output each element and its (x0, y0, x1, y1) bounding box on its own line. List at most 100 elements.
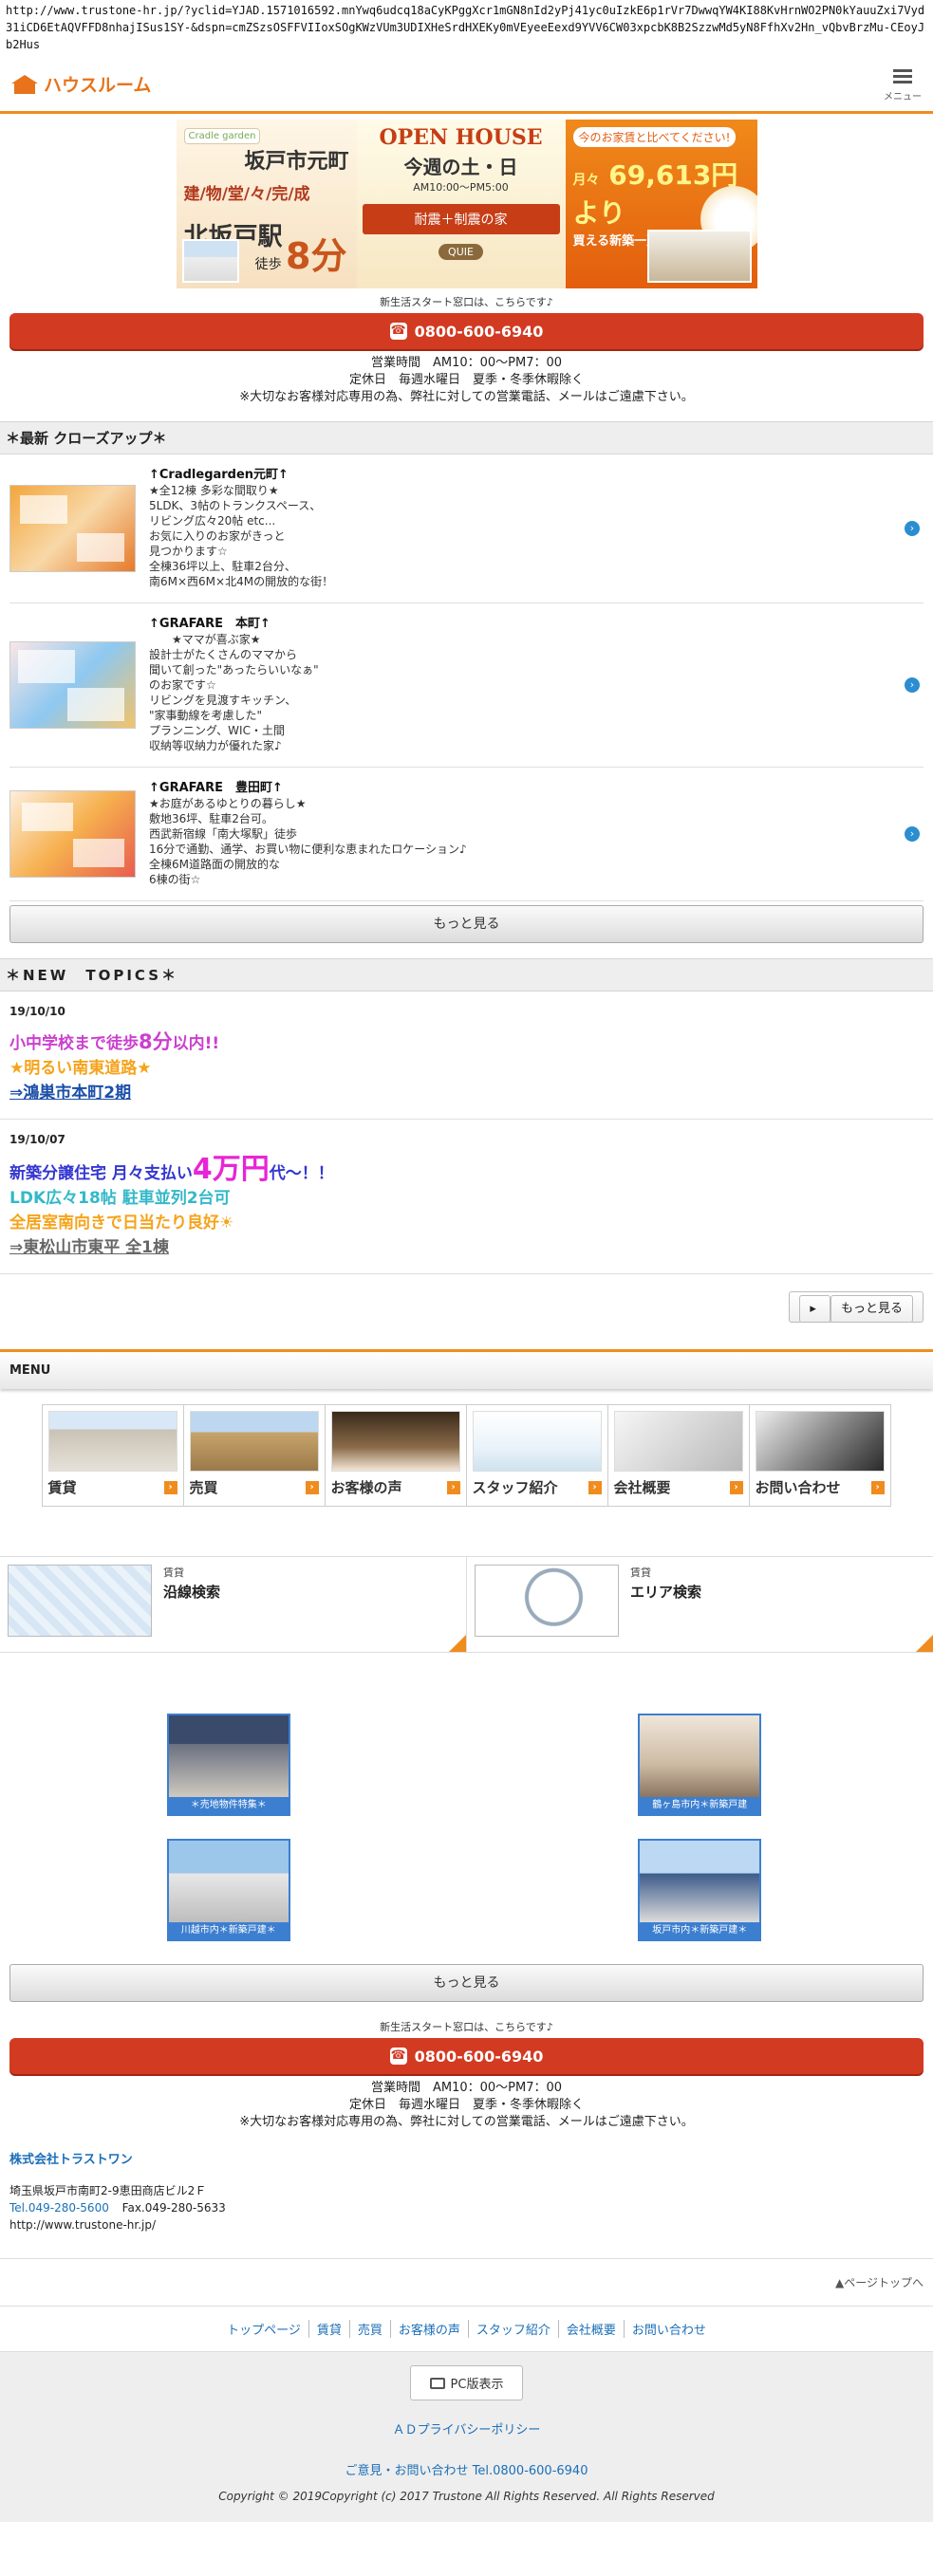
closeup-desc: 見つかります☆ (149, 545, 228, 558)
banner-walk-minutes: 8分 (286, 235, 347, 277)
footer-link-voice[interactable]: お客様の声 (391, 2320, 469, 2338)
footer-link-company[interactable]: 会社概要 (559, 2320, 625, 2338)
menu-tile-sale[interactable]: 売買 › (182, 1404, 326, 1507)
corner-arrow-icon (449, 1635, 466, 1652)
closeup-desc: 全棟6M道路面の開放的な (149, 858, 280, 871)
feature-card[interactable]: ＊売地物件特集＊ (166, 1714, 290, 1816)
closeup-title[interactable]: ↑GRAFARE 本町↑ (149, 617, 891, 632)
closeup-desc: 16分で通勤、通学、お買い物に便利な恵まれたロケーション♪ (149, 843, 467, 856)
closeup-list: ↑Cradlegarden元町↑ ★全12棟 多彩な間取り★ 5LDK、3帖のト… (0, 454, 933, 901)
open-house-banner[interactable]: Cradle garden 坂戸市元町 建/物/堂/々/完/成 北坂戸駅 徒歩 … (176, 120, 757, 288)
footer-link-top[interactable]: トップページ (219, 2320, 309, 2338)
closeup-item[interactable]: ↑GRAFARE 本町↑ ★ママが喜ぶ家★ 設計士がたくさんのママから 聞いて創… (9, 603, 924, 768)
topic-link[interactable]: ⇒鴻巣市本町2期 (9, 1081, 924, 1105)
sale-image (189, 1411, 319, 1472)
feature-image (640, 1841, 760, 1922)
pc-view-button[interactable]: PC版表示 (409, 2365, 524, 2400)
footer-tel-link[interactable]: 0800-600-6940 (493, 2464, 588, 2478)
menu-tile-voice[interactable]: お客様の声 › (324, 1404, 467, 1507)
area-search-box[interactable]: 賃貸 エリア検索 (466, 1557, 933, 1652)
closeup-thumbnail[interactable] (9, 790, 136, 878)
banner-walk: 徒歩 8分 (255, 227, 347, 279)
topics-more-button[interactable]: ▸ もっと見る (789, 1291, 924, 1323)
tel-button[interactable]: ☎ 0800-600-6940 (9, 313, 924, 349)
features-more-button[interactable]: もっと見る (9, 1964, 924, 2002)
closed-days: 定休日 毎週水曜日 夏季・冬季休暇除く (348, 373, 584, 387)
page-top-link[interactable]: ▲ページトップへ (0, 2259, 933, 2306)
contact-notice: ※大切なお客様対応専用の為、弊社に対しての営業電話、メールはご遠慮下さい。 (239, 390, 694, 404)
banner-week: 今週の土・日 (403, 156, 518, 178)
menu-tile-staff[interactable]: スタッフ紹介 › (465, 1404, 608, 1507)
menu-tile-rent[interactable]: 賃貸 › (41, 1404, 184, 1507)
closeup-title[interactable]: ↑GRAFARE 豊田町↑ (149, 781, 891, 796)
arrow-right-icon: › (305, 1480, 319, 1494)
closeup-desc: 聞いて創った"あったらいいなぁ" (149, 663, 319, 676)
chevron-right-icon[interactable]: › (905, 677, 920, 693)
contact-image (755, 1411, 885, 1472)
company-image (613, 1411, 743, 1472)
topics-more-label: もっと見る (830, 1295, 913, 1323)
route-map-image (8, 1565, 152, 1637)
company-url: http://www.trustone-hr.jp/ (9, 2218, 157, 2232)
chevron-right-icon[interactable]: › (905, 826, 920, 842)
footer-contact: ご意見・お問い合わせ Tel.0800-600-6940 (0, 2460, 933, 2478)
company-info: 株式会社トラストワン 埼玉県坂戸市南町2-9恵田商店ビル2Ｆ Tel.049-2… (0, 2152, 933, 2233)
copyright: Copyright © 2019Copyright (c) 2017 Trust… (218, 2490, 715, 2503)
arrow-right-icon: › (163, 1480, 177, 1494)
footer-link-contact[interactable]: お問い合わせ (625, 2320, 714, 2338)
closeup-desc: ★ママが喜ぶ家★ (149, 633, 261, 646)
contact-note: 新生活スタート窓口は、こちらです♪ (380, 2021, 553, 2033)
monitor-icon (429, 2377, 445, 2389)
company-fax: Fax.049-280-5633 (121, 2201, 226, 2215)
tel-number: 0800-600-6940 (414, 2047, 544, 2066)
footer-link-sale[interactable]: 売買 (350, 2320, 391, 2338)
line-search-box[interactable]: 賃貸 沿線検索 (0, 1557, 466, 1652)
company-name[interactable]: 株式会社トラストワン (9, 2152, 924, 2169)
closeup-desc: リビングを見渡すキッチン、 (149, 694, 297, 707)
company-tel-link[interactable]: 049-280-5600 (28, 2201, 109, 2215)
closeup-title[interactable]: ↑Cradlegarden元町↑ (149, 468, 891, 483)
contact-top: 新生活スタート窓口は、こちらです♪ ☎ 0800-600-6940 営業時間 A… (0, 294, 933, 406)
topic-line: 小中学校まで徒歩8分以内!! (9, 1029, 924, 1056)
arrow-right-icon: › (446, 1480, 460, 1494)
closeup-desc: 南6M×西6M×北4Mの開放的な街！ (149, 575, 334, 588)
closeup-item[interactable]: ↑Cradlegarden元町↑ ★全12棟 多彩な間取り★ 5LDK、3帖のト… (9, 454, 924, 603)
banner-right-panel: 今のお家賃と比べてください! 月々 69,613円より 買える新築一戸建て (565, 120, 757, 288)
feature-card[interactable]: 川越市内＊新築戸建＊ (166, 1839, 290, 1941)
feature-card[interactable]: 鶴ヶ島市内＊新築戸建 (638, 1714, 762, 1816)
contact-note: 新生活スタート窓口は、こちらです♪ (380, 296, 553, 308)
menu-tile-contact[interactable]: お問い合わせ › (748, 1404, 891, 1507)
banner-tagline: 建/物/堂/々/完/成 (183, 185, 310, 204)
site-logo[interactable]: ハウスルーム (11, 71, 151, 97)
privacy-policy-link[interactable]: ＡＤプライバシーポリシー (393, 2419, 541, 2437)
line-search-label: 沿線検索 (163, 1584, 221, 1601)
site-header: ハウスルーム メニュー (0, 57, 933, 114)
topic-text: 新築分譲住宅 月々支払い (9, 1164, 193, 1183)
closeup-more-button[interactable]: もっと見る (9, 905, 924, 943)
banner-price-prefix: 月々 (572, 173, 600, 188)
menu-button[interactable]: メニュー (884, 66, 922, 102)
topic-line: ★明るい南東道路★ (9, 1059, 152, 1078)
menu-tile-company[interactable]: 会社概要 › (606, 1404, 750, 1507)
menu-button-label: メニュー (884, 91, 922, 102)
closeup-desc: ★全12棟 多彩な間取り★ (149, 484, 279, 497)
feature-image (168, 1841, 289, 1922)
chevron-right-icon[interactable]: › (905, 521, 920, 536)
banner-compare: 今のお家賃と比べてください! (572, 127, 737, 147)
feature-card[interactable]: 坂戸市内＊新築戸建＊ (638, 1839, 762, 1941)
closeup-thumbnail[interactable] (9, 641, 136, 729)
footer-link-staff[interactable]: スタッフ紹介 (469, 2320, 559, 2338)
address-bar[interactable]: http://www.trustone-hr.jp/?yclid=YJAD.15… (0, 0, 933, 57)
banner-feature-badge: 耐震＋制震の家 (362, 204, 560, 234)
tel-label: Tel. (9, 2201, 28, 2215)
closeup-thumbnail[interactable] (9, 485, 136, 572)
search-category: 賃貸 (163, 1566, 184, 1579)
menu-heading: MENU (0, 1349, 933, 1389)
feature-grid: ＊売地物件特集＊ 鶴ヶ島市内＊新築戸建 川越市内＊新築戸建＊ 坂戸市内＊新築戸建… (0, 1714, 933, 1941)
footer-link-rent[interactable]: 賃貸 (309, 2320, 350, 2338)
closeup-desc: お気に入りのお家がきっと (149, 529, 286, 543)
topic-link[interactable]: ⇒東松山市東平 全1棟 (9, 1235, 924, 1260)
feature-label: 川越市内＊新築戸建＊ (168, 1922, 289, 1939)
closeup-item[interactable]: ↑GRAFARE 豊田町↑ ★お庭があるゆとりの暮らし★ 敷地36坪、駐車2台可… (9, 768, 924, 901)
tel-button[interactable]: ☎ 0800-600-6940 (9, 2038, 924, 2074)
